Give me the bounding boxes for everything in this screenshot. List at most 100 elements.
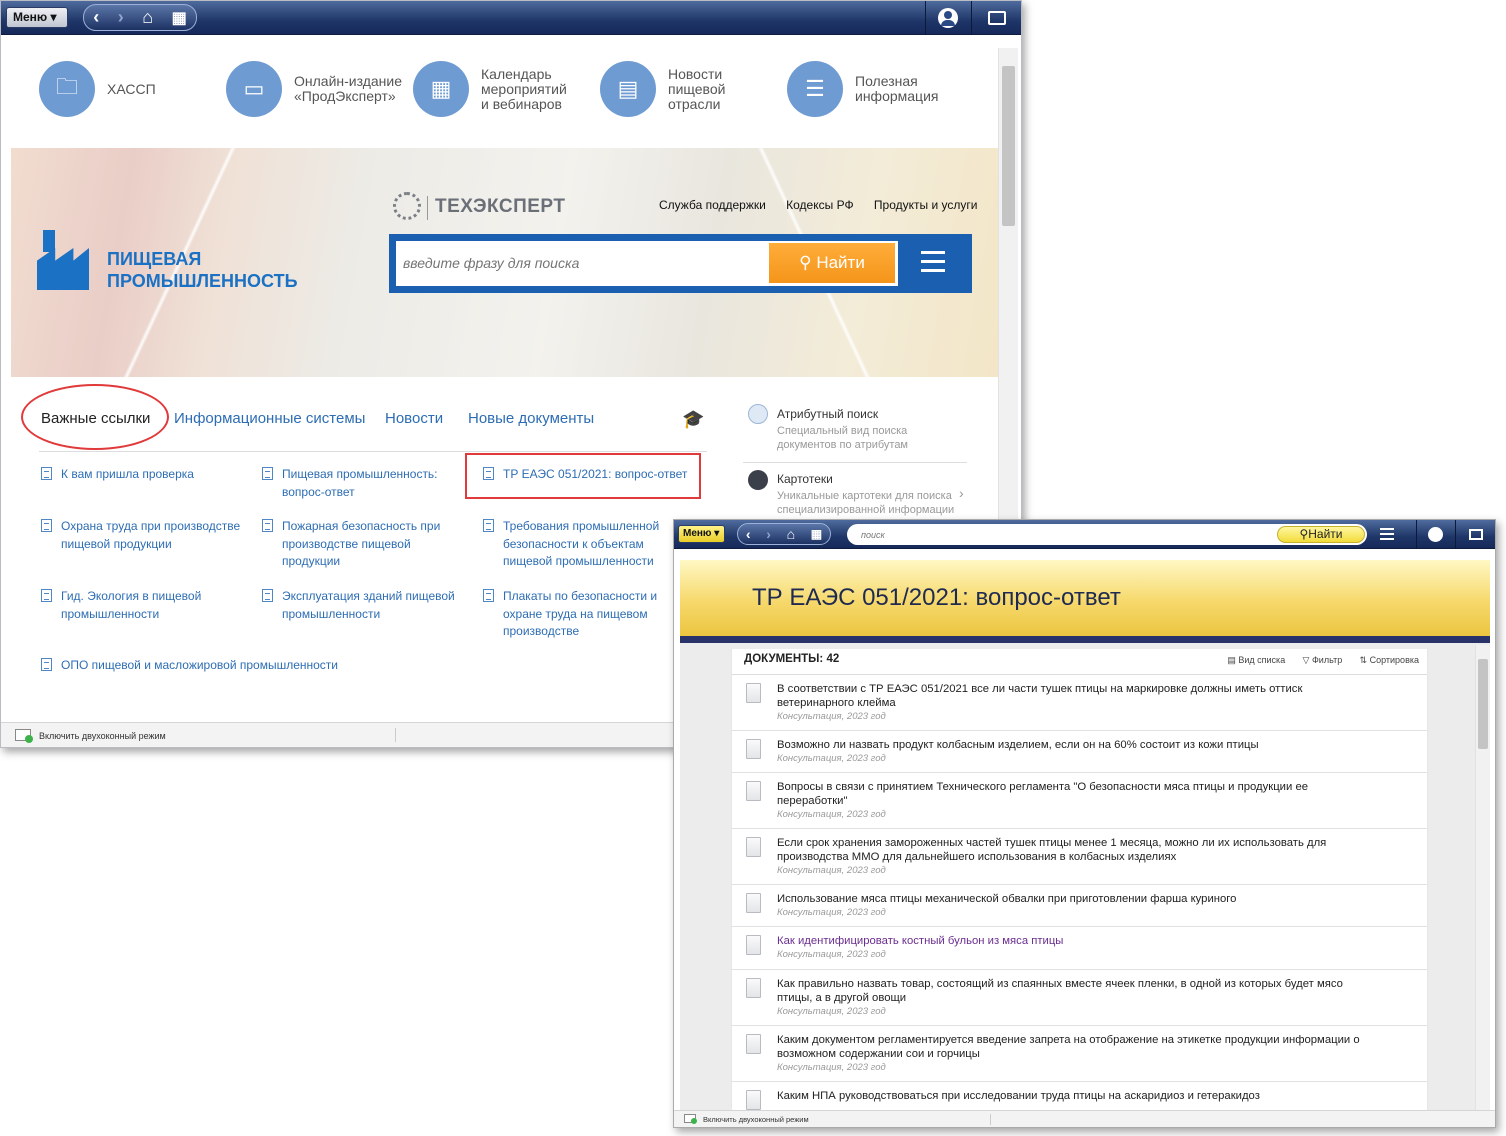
document-meta: Консультация, 2023 год — [777, 809, 886, 820]
hamburger-menu-icon[interactable] — [921, 251, 945, 273]
document-row[interactable]: Возможно ли назвать продукт колбасным из… — [732, 731, 1427, 773]
status-bar: Включить двухоконный режим — [674, 1110, 1495, 1127]
document-meta: Консультация, 2023 год — [777, 753, 886, 764]
link-fire-safety[interactable]: Пожарная безопасность при производстве п… — [262, 518, 440, 571]
back-icon[interactable]: ‹ — [746, 526, 751, 542]
forward-icon[interactable]: › — [766, 526, 771, 542]
document-meta: Консультация, 2023 год — [777, 1062, 886, 1073]
document-title[interactable]: Каким документом регламентируется введен… — [777, 1033, 1377, 1061]
hamburger-menu-icon[interactable] — [1380, 528, 1394, 540]
document-list-window: Меню ▾ ‹ › ⌂ ▦ ⚲Найти ТР ЕАЭС 051/2021: … — [673, 519, 1496, 1128]
doc-search-bar: ⚲Найти — [847, 524, 1367, 545]
search-input[interactable] — [403, 248, 763, 278]
link-industrial-safety[interactable]: Требования промышленной безопасности к о… — [483, 518, 659, 571]
link-opo[interactable]: ОПО пищевой и масложировой промышленност… — [41, 657, 338, 675]
card-index-icon — [748, 470, 768, 490]
tab-info-systems[interactable]: Информационные системы — [174, 410, 365, 427]
search-button[interactable]: ⚲ Найти — [769, 243, 895, 283]
document-row[interactable]: Если срок хранения замороженных частей т… — [732, 829, 1427, 885]
document-meta: Консультация, 2023 год — [777, 949, 886, 960]
messages-icon[interactable] — [971, 1, 1021, 35]
document-meta: Консультация, 2023 год — [777, 1006, 886, 1017]
main-toolbar: Меню ▾ ‹ › ⌂ ▦ — [1, 1, 1021, 35]
document-row[interactable]: Как идентифицировать костный бульон из м… — [732, 927, 1427, 970]
tile-calendar[interactable]: ▦ Календарь мероприятий и вебинаров — [413, 61, 567, 117]
factory-logo-icon — [37, 228, 93, 292]
link-inspection[interactable]: К вам пришла проверка — [41, 466, 194, 484]
document-icon — [41, 519, 52, 532]
home-icon[interactable]: ⌂ — [787, 526, 795, 542]
home-icon[interactable]: ⌂ — [142, 7, 153, 28]
attribute-search-title[interactable]: Атрибутный поиск — [777, 407, 878, 421]
card-index-title[interactable]: Картотеки — [777, 472, 833, 486]
back-icon[interactable]: ‹ — [93, 7, 99, 28]
document-title[interactable]: Как идентифицировать костный бульон из м… — [777, 934, 1377, 948]
document-title[interactable]: Использование мяса птицы механической об… — [777, 892, 1377, 906]
document-icon — [746, 935, 761, 955]
dual-window-toggle[interactable]: Включить двухоконный режим — [39, 731, 166, 741]
document-icon — [746, 683, 761, 703]
link-building-operation[interactable]: Эксплуатация зданий пищевой промышленнос… — [262, 588, 455, 623]
list-view-button[interactable]: ▤ Вид списка — [1227, 655, 1285, 665]
document-icon — [483, 589, 494, 602]
doc-scrollbar[interactable] — [1475, 645, 1490, 1113]
dual-window-toggle[interactable]: Включить двухоконный режим — [703, 1115, 809, 1124]
document-icon — [746, 1090, 761, 1110]
attribute-search-icon — [748, 404, 768, 424]
messages-icon[interactable] — [1455, 520, 1495, 549]
document-row[interactable]: Использование мяса птицы механической об… — [732, 885, 1427, 927]
tile-label: Полезная информация — [855, 73, 939, 104]
newspaper-icon: ▤ — [600, 61, 656, 117]
chevron-right-icon[interactable]: › — [959, 485, 964, 501]
user-icon[interactable] — [925, 1, 969, 35]
scroll-thumb[interactable] — [1478, 659, 1488, 749]
doc-search-button[interactable]: ⚲Найти — [1277, 526, 1365, 543]
products-link[interactable]: Продукты и услуги — [874, 198, 978, 212]
support-link[interactable]: Служба поддержки — [659, 198, 766, 212]
document-icon — [483, 519, 494, 532]
apps-grid-icon[interactable]: ▦ — [172, 8, 187, 28]
document-icon — [262, 467, 273, 480]
codes-link[interactable]: Кодексы РФ — [786, 198, 853, 212]
tile-label: Календарь мероприятий и вебинаров — [481, 65, 567, 112]
graduation-cap-icon[interactable]: 🎓 — [682, 409, 704, 430]
forward-icon[interactable]: › — [118, 7, 124, 28]
document-meta: Консультация, 2023 год — [777, 907, 886, 918]
techexpert-logo: ТЕХЭКСПЕРТ — [435, 196, 566, 217]
calendar-icon: ▦ — [413, 61, 469, 117]
scroll-thumb[interactable] — [1002, 66, 1015, 226]
document-title[interactable]: Как правильно назвать товар, состоящий и… — [777, 977, 1377, 1005]
menu-button[interactable]: Меню ▾ — [6, 7, 68, 28]
link-ecology-guide[interactable]: Гид. Экология в пищевой промышленности — [41, 588, 201, 623]
tile-label: Онлайн-издание «ПродЭксперт» — [294, 73, 403, 104]
tile-news[interactable]: ▤ Новости пищевой отрасли — [600, 61, 725, 117]
document-row[interactable]: Вопросы в связи с принятием Технического… — [732, 773, 1427, 829]
filter-button[interactable]: ▽ Фильтр — [1303, 655, 1343, 665]
document-title[interactable]: Если срок хранения замороженных частей т… — [777, 836, 1377, 864]
user-icon[interactable] — [1416, 520, 1454, 549]
document-title[interactable]: Возможно ли назвать продукт колбасным из… — [777, 738, 1377, 752]
apps-grid-icon[interactable]: ▦ — [811, 527, 822, 541]
link-safety-posters[interactable]: Плакаты по безопасности и охране труда н… — [483, 588, 657, 641]
document-row[interactable]: В соответствии с ТР ЕАЭС 051/2021 все ли… — [732, 675, 1427, 731]
document-row[interactable]: Как правильно назвать товар, состоящий и… — [732, 970, 1427, 1026]
tile-useful-info[interactable]: ☰ Полезная информация — [787, 61, 938, 117]
document-icon — [41, 658, 52, 671]
link-food-industry-qa[interactable]: Пищевая промышленность: вопрос-ответ — [262, 466, 438, 501]
sort-button[interactable]: ⇅ Сортировка — [1360, 655, 1419, 665]
menu-button[interactable]: Меню ▾ — [678, 525, 725, 543]
tab-new-documents[interactable]: Новые документы — [468, 410, 594, 427]
document-title[interactable]: Вопросы в связи с принятием Технического… — [777, 780, 1377, 808]
document-title[interactable]: Каким НПА руководствоваться при исследов… — [777, 1089, 1377, 1103]
banner: ТЕХЭКСПЕРТ Служба поддержки Кодексы РФ П… — [11, 148, 998, 377]
link-labor-safety[interactable]: Охрана труда при производстве пищевой пр… — [41, 518, 240, 553]
tile-haccp[interactable]: 🗀 ХАССП — [39, 61, 156, 117]
card-index-desc: Уникальные картотеки для поиска специали… — [777, 490, 955, 516]
document-row[interactable]: Каким документом регламентируется введен… — [732, 1026, 1427, 1082]
tile-prodexpert[interactable]: ▭ Онлайн-издание «ПродЭксперт» — [226, 61, 402, 117]
doc-search-input[interactable] — [861, 527, 1241, 542]
document-list: ДОКУМЕНТЫ: 42 ▤ Вид списка ▽ Фильтр ⇅ Со… — [731, 649, 1428, 1119]
document-title[interactable]: В соответствии с ТР ЕАЭС 051/2021 все ли… — [777, 682, 1377, 710]
brand-title: ПИЩЕВАЯ ПРОМЫШЛЕННОСТЬ — [107, 249, 298, 291]
tab-news[interactable]: Новости — [385, 410, 443, 427]
